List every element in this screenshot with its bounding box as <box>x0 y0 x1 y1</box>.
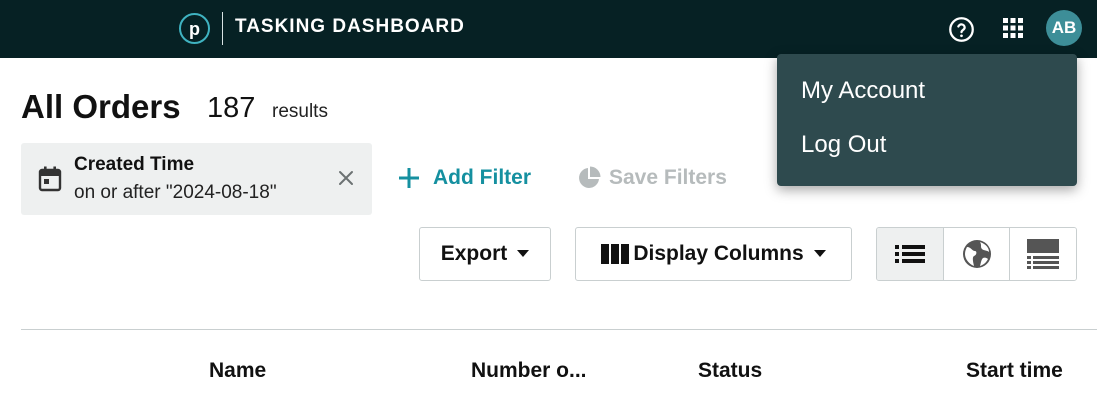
column-header-name[interactable]: Name <box>209 359 266 383</box>
table-divider <box>21 329 1097 330</box>
plus-icon <box>399 168 419 188</box>
filter-chip-title: Created Time <box>74 154 195 175</box>
caret-down-icon <box>517 250 530 257</box>
calendar-icon <box>38 166 62 192</box>
save-filters-button[interactable]: Save Filters <box>577 164 727 192</box>
logo-letter: p <box>189 18 200 39</box>
columns-icon <box>601 244 630 264</box>
page-title: All Orders <box>21 88 181 125</box>
filter-chip-created-time[interactable]: Created Time on or after "2024-08-18" <box>21 143 372 215</box>
close-icon[interactable] <box>337 169 355 187</box>
add-filter-label: Add Filter <box>433 166 531 189</box>
column-header-number[interactable]: Number o... <box>471 359 587 383</box>
apps-grid-icon[interactable] <box>1002 17 1024 39</box>
export-label: Export <box>440 242 508 265</box>
list-view-button[interactable] <box>877 228 944 280</box>
map-view-button[interactable] <box>943 228 1011 280</box>
display-columns-label: Display Columns <box>633 242 804 265</box>
detail-list-icon <box>1027 239 1060 269</box>
export-button[interactable]: Export <box>419 227 551 281</box>
display-columns-button[interactable]: Display Columns <box>575 227 852 281</box>
user-avatar[interactable]: AB <box>1046 10 1082 46</box>
logo-icon[interactable]: p <box>179 13 210 44</box>
pie-chart-icon <box>579 166 601 188</box>
logo-divider <box>222 12 223 45</box>
result-count: 187 <box>207 92 256 124</box>
globe-icon <box>962 240 991 268</box>
detail-view-button[interactable] <box>1010 228 1076 280</box>
list-icon <box>894 245 925 263</box>
top-navigation-bar: p TASKING DASHBOARD AB <box>0 0 1097 58</box>
caret-down-icon <box>813 250 826 257</box>
avatar-initials: AB <box>1051 18 1077 37</box>
app-title[interactable]: TASKING DASHBOARD <box>235 16 465 38</box>
view-toggle-group <box>876 227 1077 281</box>
result-label: results <box>272 101 328 122</box>
column-header-start-time[interactable]: Start time <box>966 359 1063 383</box>
column-header-status[interactable]: Status <box>698 359 762 383</box>
menu-item-my-account[interactable]: My Account <box>801 77 925 105</box>
add-filter-button[interactable]: Add Filter <box>397 164 531 192</box>
save-filters-label: Save Filters <box>609 166 727 189</box>
filter-chip-value: on or after "2024-08-18" <box>74 182 277 203</box>
account-menu: My Account Log Out <box>777 54 1077 186</box>
help-icon[interactable] <box>948 16 975 43</box>
menu-item-log-out[interactable]: Log Out <box>801 131 886 159</box>
